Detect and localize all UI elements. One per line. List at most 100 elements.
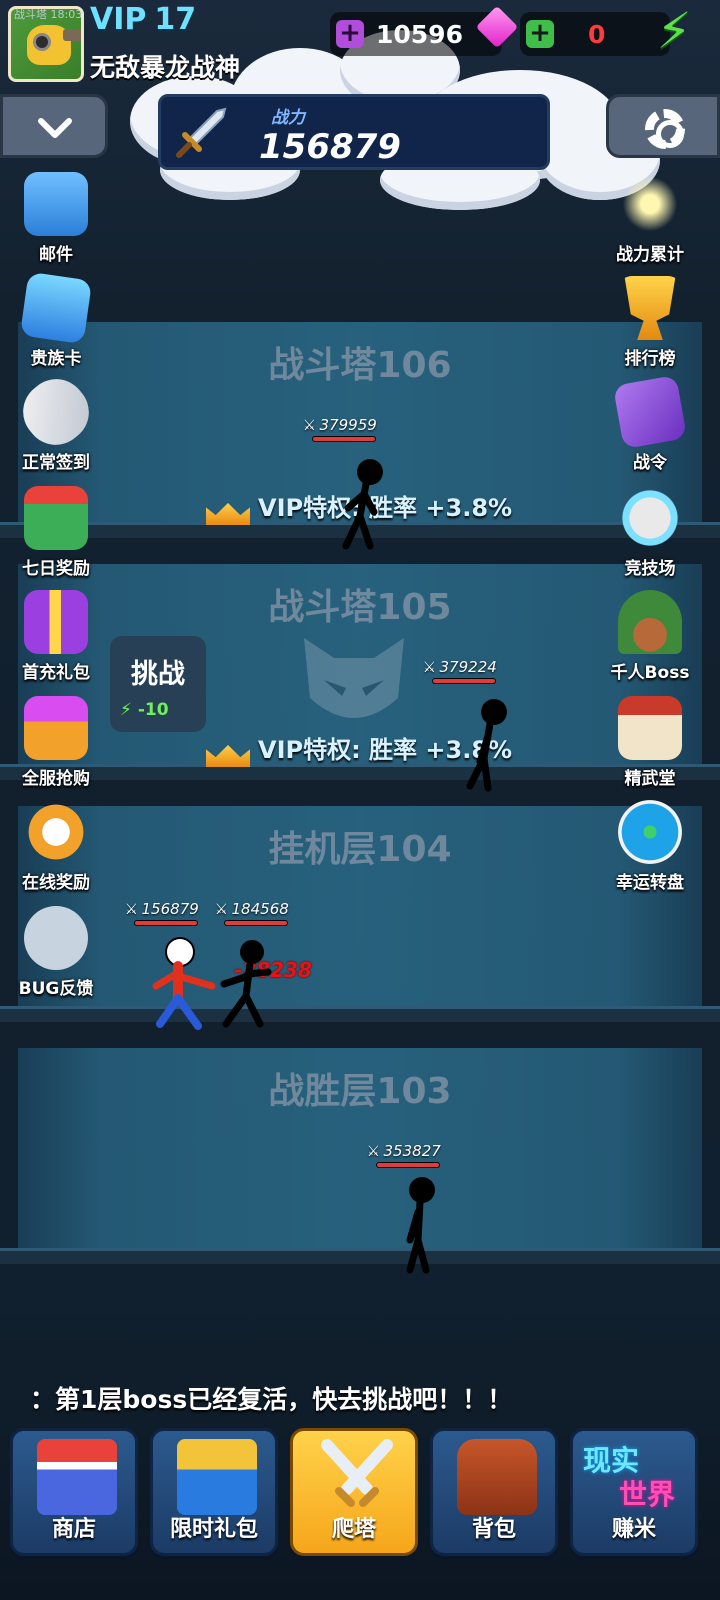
scroll-icon [10, 366, 102, 458]
side-item-battle-pass[interactable]: 战令 [600, 374, 700, 473]
gem-value: 10596 [376, 20, 463, 49]
side-item-lucky-wheel[interactable]: 幸运转盘 [600, 800, 700, 893]
gem-icon [478, 10, 518, 54]
settings-button[interactable] [606, 94, 720, 158]
treasure-icon [24, 696, 88, 760]
chevron-down-icon [38, 118, 72, 138]
nav-backpack[interactable]: 背包 [430, 1428, 558, 1556]
boss-revive-notice: ：第1层boss已经复活，快去挑战吧！！！ [30, 1385, 513, 1414]
side-item-label: BUG反馈 [18, 979, 94, 999]
side-item-label: 竞技场 [624, 559, 676, 579]
game-screen: 战斗塔 18:03 VIP 17 无敌暴龙战神 + 10596 + 0 ⚡ 战力 … [0, 0, 720, 1600]
nav-label: 商店 [51, 1517, 96, 1542]
arena-skull-icon [618, 486, 682, 550]
purple-gift-icon [24, 590, 88, 654]
chest-icon [177, 1439, 257, 1515]
side-item-label: 在线奖励 [22, 873, 90, 893]
side-item-mail[interactable]: 邮件 [6, 172, 106, 265]
player-name: 无敌暴龙战神 [90, 53, 241, 82]
side-item-power-total[interactable]: 战力累计 [600, 172, 700, 265]
nav-shop[interactable]: 商店 [10, 1428, 138, 1556]
energy-value: 0 [588, 20, 606, 49]
side-item-arena[interactable]: 竞技场 [600, 486, 700, 579]
side-item-label: 贵族卡 [30, 349, 82, 369]
side-item-label: 精武堂 [624, 769, 676, 789]
side-item-noble-card[interactable]: 贵族卡 [6, 271, 106, 369]
side-item-sign-in[interactable]: 正常签到 [6, 366, 106, 473]
collapse-menu-button[interactable] [0, 94, 108, 158]
chat-bubble-icon [24, 906, 88, 970]
side-item-label: 排行榜 [624, 349, 676, 369]
side-item-label: 正常签到 [22, 453, 90, 473]
enemy-stickman[interactable] [456, 696, 516, 792]
vip-level: 17 [154, 2, 197, 37]
power-value: 156879 [259, 127, 401, 167]
crown-icon [206, 493, 250, 525]
vip-label: VIP [90, 2, 147, 37]
lightning-bolt-icon: ⚡ [120, 700, 132, 720]
shop-icon [37, 1439, 117, 1515]
mail-icon [24, 172, 88, 236]
enemy-power-tag: ⚔ 184568 [216, 900, 289, 926]
side-item-world-boss[interactable]: 千人Boss [600, 590, 700, 683]
side-item-label: 邮件 [39, 245, 73, 265]
enemy-power-tag: ⚔ 379959 [304, 416, 377, 442]
side-item-label: 七日奖励 [22, 559, 90, 579]
side-item-seven-day[interactable]: 七日奖励 [6, 486, 106, 579]
enemy-stickman[interactable] [330, 456, 390, 552]
side-item-label: 幸运转盘 [616, 873, 684, 893]
status-time: 战斗塔 18:03 [14, 8, 83, 21]
backpack-icon [457, 1439, 537, 1515]
crossed-swords-icon [321, 1439, 393, 1507]
floor-name: 战胜层103 [268, 1071, 452, 1112]
side-item-first-recharge[interactable]: 首充礼包 [6, 590, 106, 683]
sword-icon [176, 107, 227, 158]
wheel-icon [618, 800, 682, 864]
challenge-cost: ⚡ -10 [120, 700, 169, 720]
nav-earn[interactable]: 现实 世界 赚米 [570, 1428, 698, 1556]
challenge-label: 挑战 [131, 659, 185, 690]
crown-icon [206, 735, 250, 767]
side-item-flash-sale[interactable]: 全服抢购 [6, 696, 106, 789]
enemy-power-tag: ⚔ 379224 [424, 658, 497, 684]
gem-counter[interactable]: + 10596 [330, 12, 502, 56]
challenge-button[interactable]: 挑战 ⚡ -10 [110, 636, 206, 732]
nav-limited-gift[interactable]: 限时礼包 [150, 1428, 278, 1556]
side-item-online-reward[interactable]: 在线奖励 [6, 800, 106, 893]
door-tree-icon [618, 590, 682, 654]
nav-label: 背包 [471, 1517, 516, 1542]
nav-label: 赚米 [611, 1517, 656, 1542]
dojo-icon [618, 696, 682, 760]
lightning-bolt-icon: ⚡ [656, 2, 692, 60]
player-power-tag: ⚔ 156879 [126, 900, 199, 926]
gear-icon [645, 109, 685, 149]
vip-badge[interactable]: VIP 17 [90, 2, 196, 37]
nav-climb-tower[interactable]: 爬塔 [290, 1428, 418, 1556]
enemy-stickman[interactable] [396, 1176, 446, 1276]
gift-box-icon [24, 486, 88, 550]
nav-label: 限时礼包 [169, 1517, 258, 1542]
energy-counter[interactable]: + 0 [520, 12, 670, 56]
real-world-badge-bottom: 世界 [619, 1478, 676, 1511]
side-item-dojo[interactable]: 精武堂 [600, 696, 700, 789]
add-energy-icon[interactable]: + [526, 20, 554, 48]
side-item-bug-report[interactable]: BUG反馈 [6, 906, 106, 999]
enemy-power-tag: ⚔ 353827 [368, 1142, 441, 1168]
real-world-icon: 现实 世界 [583, 1439, 691, 1515]
side-item-label: 战令 [633, 453, 667, 473]
side-item-label: 战力累计 [616, 245, 684, 265]
side-item-label: 首充礼包 [22, 663, 90, 683]
noble-card-icon [19, 271, 93, 345]
add-gems-icon[interactable]: + [336, 20, 364, 48]
book-icon [612, 374, 688, 450]
side-item-leaderboard[interactable]: 排行榜 [600, 276, 700, 369]
boss-mask-icon [304, 638, 404, 718]
stopwatch-icon [24, 800, 88, 864]
power-label: 战力 [271, 108, 305, 128]
side-item-label: 全服抢购 [22, 769, 90, 789]
side-item-label: 千人Boss [610, 663, 690, 683]
floor-103[interactable]: 战胜层103 [0, 1048, 720, 1274]
enemy-stickman[interactable] [214, 936, 294, 1032]
combat-power-panel: 战力 156879 [158, 94, 550, 170]
trophy-icon [624, 276, 676, 340]
